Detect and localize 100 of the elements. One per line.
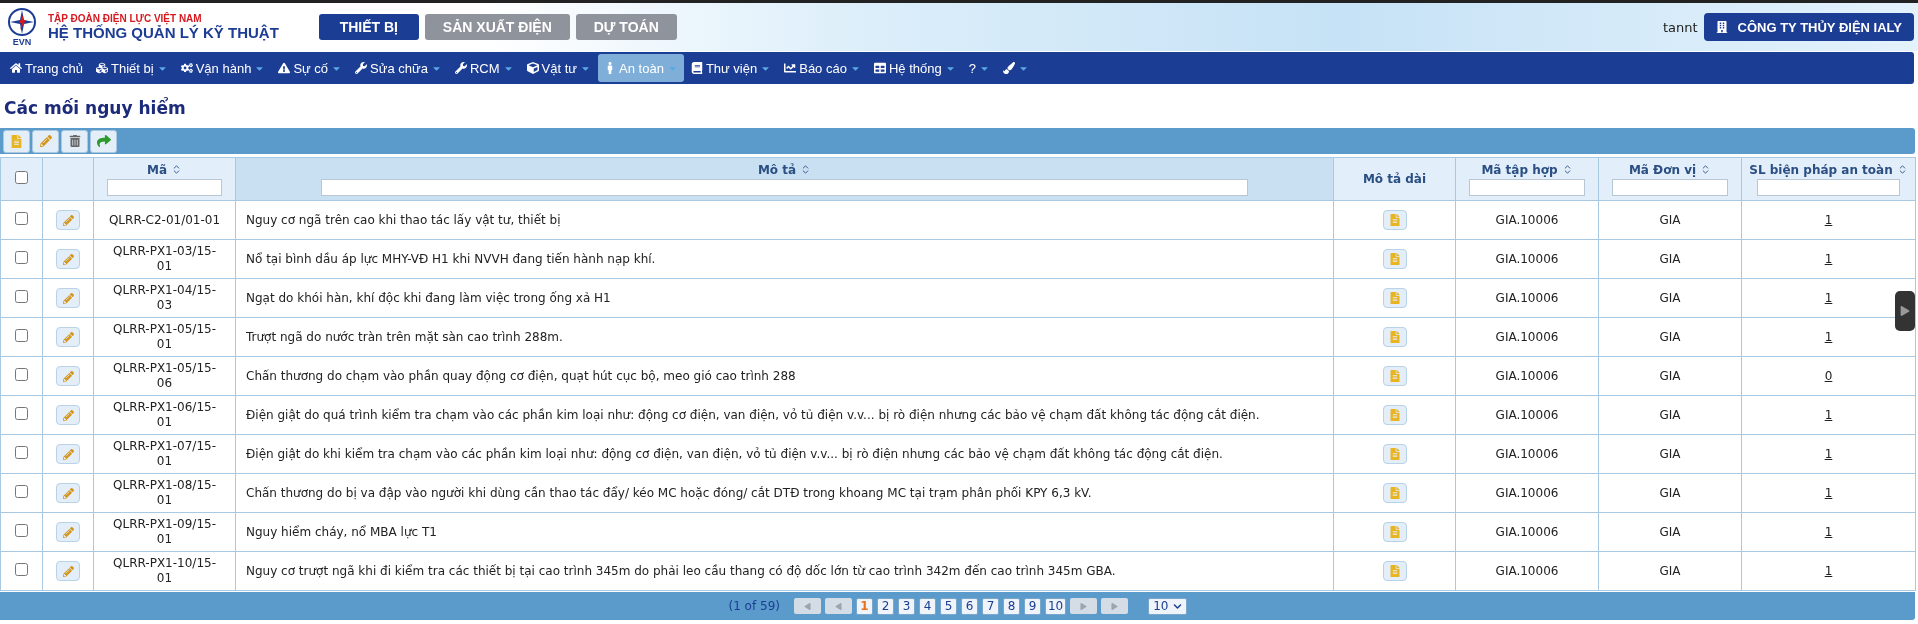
measures-link[interactable]: 1: [1824, 485, 1833, 500]
page-button[interactable]: 10: [1044, 597, 1067, 615]
set-code-cell: GIA.10006: [1455, 356, 1599, 396]
edit-row-button[interactable]: [56, 561, 80, 581]
measures-link[interactable]: 1: [1824, 407, 1833, 422]
page-button[interactable]: 9: [1023, 597, 1041, 615]
measures-link[interactable]: 1: [1824, 329, 1833, 344]
row-checkbox[interactable]: [15, 367, 28, 381]
menu-item[interactable]: Thiết bị: [90, 54, 174, 82]
column-header[interactable]: SL biện pháp an toàn: [1741, 157, 1916, 201]
set-code-cell: GIA.10006: [1455, 473, 1599, 513]
measures-link[interactable]: 1: [1824, 212, 1833, 227]
set-code-cell: GIA.10006: [1455, 200, 1599, 240]
unit-cell: GIA: [1598, 434, 1742, 474]
long-description-button[interactable]: [1382, 249, 1407, 269]
page-button[interactable]: 3: [897, 597, 915, 615]
measures-link[interactable]: 0: [1824, 368, 1833, 383]
organization-name: TẬP ĐOÀN ĐIỆN LỰC VIỆT NAM: [48, 13, 203, 24]
filter-field[interactable]: [1612, 178, 1728, 196]
module-tab[interactable]: THIẾT BỊ: [318, 14, 419, 40]
measures-link[interactable]: 1: [1824, 524, 1833, 539]
menu-item[interactable]: Vật tư: [520, 54, 598, 82]
page-button[interactable]: 7: [981, 597, 999, 615]
edit-row-button[interactable]: [56, 327, 80, 347]
long-description-button[interactable]: [1382, 405, 1407, 425]
edit-row-button[interactable]: [56, 210, 80, 230]
document-icon: [1388, 214, 1401, 226]
filter-field[interactable]: [320, 178, 1249, 196]
menu-item[interactable]: Vận hành: [174, 54, 272, 82]
new-button[interactable]: [3, 129, 30, 153]
filter-field[interactable]: [106, 178, 222, 196]
long-description-button[interactable]: [1382, 288, 1407, 308]
long-description-button[interactable]: [1382, 366, 1407, 386]
page-button[interactable]: 8: [1002, 597, 1020, 615]
measures-link[interactable]: 1: [1824, 251, 1833, 266]
description-cell: Nổ tại bình dầu áp lực MHY-VĐ H1 khi NVVH đang tiến hành nạp khí.: [235, 239, 1334, 279]
column-header[interactable]: Mã Đơn vị: [1598, 157, 1742, 201]
column-header[interactable]: Mã tập hợp: [1455, 157, 1599, 201]
filter-field[interactable]: [1757, 178, 1900, 196]
menu-item[interactable]: ?: [962, 54, 996, 82]
edit-row-button[interactable]: [56, 444, 80, 464]
menu-item[interactable]: Trang chủ: [4, 54, 90, 82]
edit-row-button[interactable]: [56, 483, 80, 503]
page-button[interactable]: 2: [876, 597, 894, 615]
menu-item[interactable]: Sự cố: [272, 54, 349, 82]
cube-icon: [526, 62, 539, 74]
menu-item[interactable]: Hệ thống: [867, 54, 962, 82]
long-description-button[interactable]: [1382, 210, 1407, 230]
company-button[interactable]: CÔNG TY THỦY ĐIỆN IALY: [1703, 13, 1914, 41]
row-checkbox[interactable]: [15, 211, 28, 225]
unit-cell: GIA: [1598, 278, 1742, 318]
long-description-button[interactable]: [1382, 444, 1407, 464]
row-checkbox[interactable]: [15, 484, 28, 498]
row-checkbox[interactable]: [15, 562, 28, 576]
row-checkbox[interactable]: [15, 445, 28, 459]
measures-link[interactable]: 1: [1824, 563, 1833, 578]
edit-row-button[interactable]: [56, 288, 80, 308]
code-cell: QLRR-PX1-05/15-06: [93, 356, 236, 396]
edit-row-button[interactable]: [56, 522, 80, 542]
edit-row-button[interactable]: [56, 405, 80, 425]
menu-item[interactable]: Thư viện: [684, 54, 778, 82]
unit-cell: GIA: [1598, 356, 1742, 396]
code-cell: QLRR-PX1-08/15-01: [93, 473, 236, 513]
export-button[interactable]: [90, 129, 117, 153]
row-checkbox[interactable]: [15, 406, 28, 420]
home-icon: [10, 62, 22, 74]
edit-row-button[interactable]: [56, 366, 80, 386]
edit-row-button[interactable]: [56, 249, 80, 269]
warning-icon: [278, 62, 291, 74]
filter-field[interactable]: [1469, 178, 1585, 196]
pencil-icon: [62, 409, 74, 421]
column-header[interactable]: Mô tả: [235, 157, 1334, 201]
side-panel-toggle[interactable]: [1895, 291, 1915, 331]
long-description-button[interactable]: [1382, 561, 1407, 581]
row-checkbox[interactable]: [15, 289, 28, 303]
measures-link[interactable]: 1: [1824, 290, 1833, 305]
page-button[interactable]: 6: [960, 597, 978, 615]
last-page-button[interactable]: [1101, 598, 1129, 614]
select-all-checkbox[interactable]: [15, 171, 28, 184]
row-checkbox[interactable]: [15, 523, 28, 537]
next-page-button[interactable]: [1070, 598, 1098, 614]
column-header[interactable]: Mã: [93, 157, 236, 201]
long-description-button[interactable]: [1382, 522, 1407, 542]
long-description-button[interactable]: [1382, 327, 1407, 347]
menu-item[interactable]: Báo cáo: [778, 54, 867, 82]
page-button[interactable]: 4: [918, 597, 936, 615]
row-checkbox[interactable]: [15, 328, 28, 342]
first-page-button[interactable]: [793, 598, 821, 614]
page-button[interactable]: 5: [939, 597, 957, 615]
column-header[interactable]: Mô tả dài: [1333, 157, 1456, 201]
long-description-button[interactable]: [1382, 483, 1407, 503]
row-checkbox[interactable]: [15, 250, 28, 264]
menu-item[interactable]: RCM: [449, 54, 520, 82]
page-size-select[interactable]: 10: [1148, 597, 1187, 615]
edit-button[interactable]: [32, 129, 59, 153]
measures-link[interactable]: 1: [1824, 446, 1833, 461]
wrench-icon: [455, 62, 467, 74]
delete-button[interactable]: [61, 129, 88, 153]
menu-item[interactable]: Sửa chữa: [349, 54, 448, 82]
previous-page-button[interactable]: [824, 598, 852, 614]
